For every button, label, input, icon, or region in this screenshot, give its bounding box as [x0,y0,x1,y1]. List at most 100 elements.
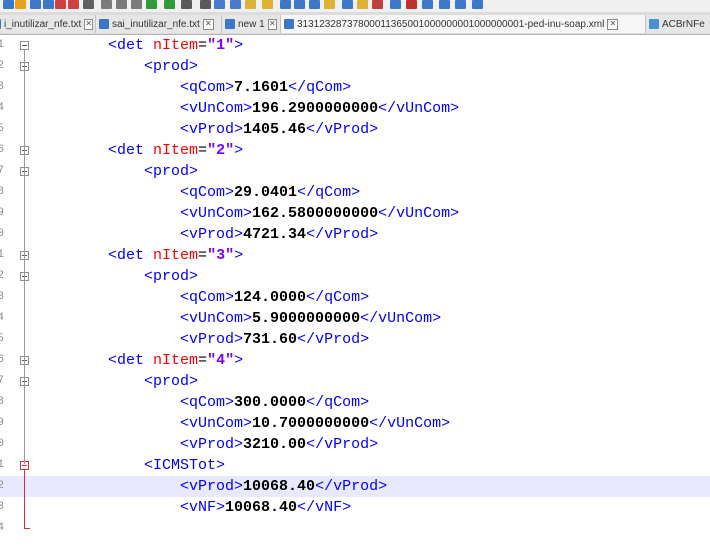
code-text: <vUnCom>5.9000000000</vUnCom> [180,310,442,327]
tab-label: new 1 [238,18,265,30]
code-text: <det nItem="4"> [108,352,244,369]
code-line[interactable]: 12 <prod> [0,266,710,287]
code-text: <qCom>124.0000</qCom> [180,289,370,306]
line-number: 15 [0,333,4,345]
toolbar [0,0,710,12]
file-icon [225,19,235,29]
tab-label: 3131232873780001136500100000000100000000… [297,18,605,30]
tab-label: ACBrNFe [662,18,705,30]
doc-map-icon[interactable] [342,0,353,9]
code-line[interactable]: 2 <prod> [0,56,710,77]
copy-icon[interactable] [116,0,127,9]
code-line[interactable]: 13 <qCom>124.0000</qCom> [0,287,710,308]
code-line[interactable]: 20 <vProd>3210.00</vProd> [0,434,710,455]
stop-macro-icon[interactable] [422,0,433,9]
code-line[interactable]: 24 [0,518,710,539]
code-text: <prod> [144,268,199,285]
tab-label: i_inutilizar_nfe.txt [4,18,82,30]
code-line[interactable]: 8 <qCom>29.0401</qCom> [0,182,710,203]
code-line[interactable]: 11 <det nItem="3"> [0,245,710,266]
code-text: <det nItem="3"> [108,247,244,264]
tab-1[interactable]: i_inutilizar_nfe.txt ✕ [0,15,96,33]
replace-icon[interactable] [200,0,211,9]
line-number: 7 [0,165,4,177]
code-text: <prod> [144,163,199,180]
tab-label: sai_inutilizar_nfe.txt [112,18,200,30]
close-icon[interactable] [55,0,66,9]
line-number: 17 [0,375,4,387]
close-tab-icon[interactable]: ✕ [202,18,214,30]
code-line[interactable]: 7 <prod> [0,161,710,182]
code-text: <prod> [144,58,199,75]
code-text: <vProd>10068.40</vProd> [180,478,388,495]
code-line[interactable]: 9 <vUnCom>162.5800000000</vUnCom> [0,203,710,224]
print-icon[interactable] [83,0,94,9]
code-text: <det nItem="2"> [108,142,244,159]
code-line[interactable]: 5 <vProd>1405.46</vProd> [0,119,710,140]
tab-3[interactable]: new 1 ✕ [222,15,281,33]
run-macro-icon[interactable] [455,0,466,9]
undo-icon[interactable] [146,0,157,9]
monitor-icon[interactable] [390,0,401,9]
fold-toggle-icon[interactable] [20,41,29,50]
wrap-icon[interactable] [280,0,291,9]
close-tab-icon[interactable]: ✕ [607,18,619,30]
save-icon[interactable] [30,0,41,9]
code-line[interactable]: 17 <prod> [0,371,710,392]
func-list-icon[interactable] [357,0,368,9]
close-tab-icon[interactable]: ✕ [84,18,93,30]
folder-workspace-icon[interactable] [372,0,383,9]
tab-bar: i_inutilizar_nfe.txt ✕ sai_inutilizar_nfe.… [0,12,710,35]
code-line[interactable]: 22 <vProd>10068.40</vProd> [0,476,710,497]
save-macro-icon[interactable] [472,0,483,9]
code-text: <vProd>731.60</vProd> [180,331,370,348]
code-line[interactable]: 15 <vProd>731.60</vProd> [0,329,710,350]
line-number: 13 [0,291,4,303]
code-line[interactable]: 14 <vUnCom>5.9000000000</vUnCom> [0,308,710,329]
code-line[interactable]: 1 <det nItem="1"> [0,35,710,56]
line-number: 11 [0,249,4,261]
tab-2[interactable]: sai_inutilizar_nfe.txt ✕ [96,15,222,33]
paste-icon[interactable] [131,0,142,9]
save-all-icon[interactable] [43,0,54,9]
new-file-icon[interactable] [3,0,14,9]
line-number: 14 [0,312,4,324]
find-icon[interactable] [181,0,192,9]
code-line[interactable]: 16 <det nItem="4"> [0,350,710,371]
code-line[interactable]: 18 <qCom>300.0000</qCom> [0,392,710,413]
file-icon [649,19,659,29]
code-line[interactable]: 3 <qCom>7.1601</qCom> [0,77,710,98]
all-chars-icon[interactable] [294,0,305,9]
tab-4[interactable]: 3131232873780001136500100000000100000000… [281,15,646,33]
close-tab-icon[interactable]: ✕ [267,18,277,30]
line-number: 1 [0,39,4,51]
close-all-icon[interactable] [68,0,79,9]
open-folder-icon[interactable] [15,0,26,9]
code-text: <vProd>3210.00</vProd> [180,436,379,453]
line-number: 10 [0,228,4,240]
code-line[interactable]: 23 <vNF>10068.40</vNF> [0,497,710,518]
code-line[interactable]: 10 <vProd>4721.34</vProd> [0,224,710,245]
zoom-in-icon[interactable] [214,0,225,9]
code-line[interactable]: 6 <det nItem="2"> [0,140,710,161]
sync-v-icon[interactable] [245,0,256,9]
fold-end-marker [24,528,30,529]
zoom-out-icon[interactable] [230,0,241,9]
code-text: <vUnCom>162.5800000000</vUnCom> [180,205,460,222]
redo-icon[interactable] [164,0,175,9]
line-number: 6 [0,144,4,156]
sync-h-icon[interactable] [262,0,273,9]
line-number: 8 [0,186,4,198]
code-text: <qCom>300.0000</qCom> [180,394,370,411]
code-line[interactable]: 19 <vUnCom>10.7000000000</vUnCom> [0,413,710,434]
code-line[interactable]: 4 <vUnCom>196.2900000000</vUnCom> [0,98,710,119]
record-macro-icon[interactable] [406,0,417,9]
tab-5[interactable]: ACBrNFe [646,15,710,33]
cut-icon[interactable] [101,0,112,9]
file-icon [99,19,109,29]
play-macro-icon[interactable] [439,0,450,9]
udl-icon[interactable] [324,0,335,9]
fold-guide [24,50,25,464]
indent-guide-icon[interactable] [309,0,320,9]
code-line[interactable]: 21 <ICMSTot> [0,455,710,476]
